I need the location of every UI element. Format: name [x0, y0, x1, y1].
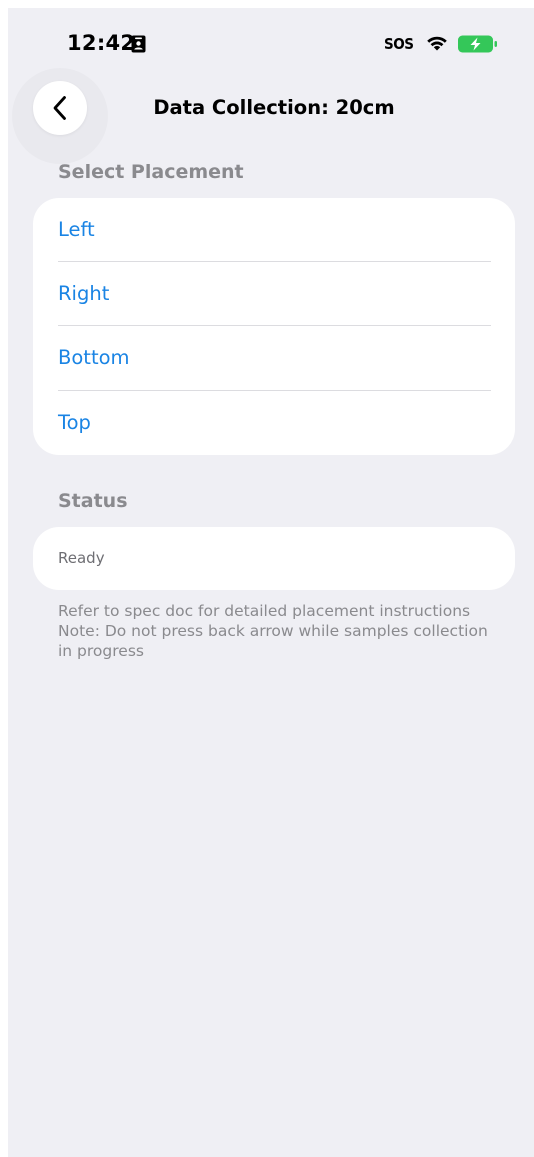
option-label: Bottom: [58, 346, 130, 369]
footnote-line: Refer to spec doc for detailed placement…: [58, 602, 471, 620]
status-value: Ready: [58, 549, 105, 567]
footnote-line: in progress: [58, 642, 144, 660]
status-card: Ready: [33, 527, 515, 590]
option-label: Right: [58, 282, 110, 305]
status-bar: 12:42 SOS: [8, 8, 534, 68]
status-time: 12:42: [67, 31, 136, 55]
placement-option-bottom[interactable]: Bottom: [58, 326, 491, 390]
placement-option-right[interactable]: Right: [58, 262, 491, 326]
back-button[interactable]: [33, 81, 87, 135]
placement-section-header: Select Placement: [58, 161, 244, 183]
footnote-line: Note: Do not press back arrow while samp…: [58, 622, 488, 640]
placement-option-left[interactable]: Left: [58, 198, 491, 262]
placement-option-top[interactable]: Top: [58, 391, 491, 455]
option-label: Top: [58, 411, 91, 434]
page-title: Data Collection: 20cm: [153, 96, 395, 119]
sos-indicator: SOS: [384, 35, 414, 53]
chevron-left-icon: [53, 96, 66, 120]
battery-charging-icon: [458, 35, 497, 53]
instructions-footnote: Refer to spec doc for detailed placement…: [58, 601, 498, 661]
option-label: Left: [58, 218, 95, 241]
screen: 12:42 SOS Data Collection: 20cm Select P…: [8, 8, 534, 1157]
status-section-header: Status: [58, 490, 128, 512]
id-card-icon: [131, 35, 146, 53]
placement-options-card: Left Right Bottom Top: [33, 198, 515, 455]
wifi-icon: [427, 36, 447, 51]
